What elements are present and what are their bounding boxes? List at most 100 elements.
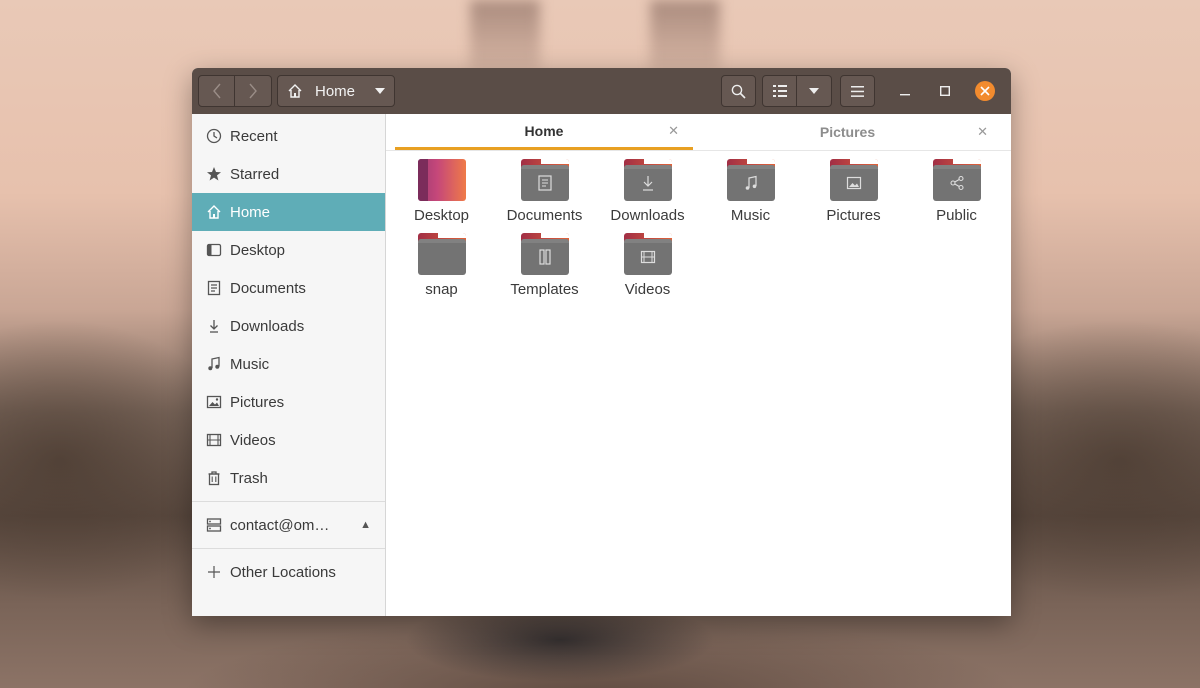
desktop-icon [205, 241, 223, 259]
pictures-folder-icon [829, 159, 878, 201]
sidebar-item-label: Downloads [230, 317, 305, 335]
video-icon [205, 431, 223, 449]
file-name: Documents [506, 207, 583, 224]
templates-folder-icon [520, 233, 569, 275]
sidebar-item-videos[interactable]: Videos [192, 421, 385, 459]
sidebar-item-label: Documents [230, 279, 306, 297]
trash-icon [205, 469, 223, 487]
sidebar-item-label: Other Locations [230, 563, 336, 581]
chevron-left-icon [212, 83, 221, 99]
videos-folder-icon [623, 233, 672, 275]
star-icon [205, 165, 223, 183]
file-item-public[interactable]: Public [905, 159, 1008, 233]
sidebar-item-starred[interactable]: Starred [192, 155, 385, 193]
sidebar-item-label: Home [230, 203, 271, 221]
close-icon[interactable]: ✕ [668, 123, 679, 139]
view-buttons [762, 75, 832, 107]
file-item-videos[interactable]: Videos [596, 233, 699, 307]
sidebar-item-label: Trash [230, 469, 268, 487]
sidebar-item-other-locations[interactable]: Other Locations [192, 553, 385, 591]
maximize-button[interactable] [925, 75, 965, 107]
sidebar: Recent Starred Home Desktop Documents Do… [192, 114, 386, 616]
plus-icon [205, 563, 223, 581]
network-drive-icon [205, 516, 223, 534]
downloads-folder-icon [623, 159, 672, 201]
close-icon[interactable]: ✕ [977, 124, 988, 140]
background-tower-right [650, 0, 720, 70]
window-body: Recent Starred Home Desktop Documents Do… [192, 114, 1011, 616]
file-item-desktop[interactable]: Desktop [390, 159, 493, 233]
file-item-pictures[interactable]: Pictures [802, 159, 905, 233]
sidebar-item-label: Starred [230, 165, 280, 183]
tab-label: Home [524, 122, 564, 139]
file-name: Downloads [610, 207, 685, 224]
file-item-documents[interactable]: Documents [493, 159, 596, 233]
minimize-icon [900, 94, 910, 96]
clock-icon [205, 127, 223, 145]
forward-button[interactable] [235, 75, 272, 107]
path-bar-home-button[interactable]: Home [277, 75, 395, 107]
sidebar-item-desktop[interactable]: Desktop [192, 231, 385, 269]
music-folder-icon [726, 159, 775, 201]
file-item-music[interactable]: Music [699, 159, 802, 233]
file-manager-window: Home Recent Starred Home Desktop Documen… [192, 68, 1011, 616]
navigation-buttons [198, 75, 272, 107]
main-content: Home ✕ Pictures ✕ Desktop Documents Down… [386, 114, 1011, 616]
search-icon [731, 84, 746, 99]
caret-down-icon [375, 88, 385, 94]
eject-icon[interactable]: ▲ [360, 519, 371, 531]
sidebar-item-label: Desktop [230, 241, 286, 259]
hamburger-menu-button[interactable] [840, 75, 875, 107]
sidebar-item-label: Music [230, 355, 270, 373]
tab-pictures[interactable]: Pictures ✕ [693, 114, 1002, 150]
home-icon [205, 203, 223, 221]
sidebar-item-downloads[interactable]: Downloads [192, 307, 385, 345]
path-bar-label: Home [315, 82, 356, 100]
headerbar: Home [192, 68, 1011, 114]
sidebar-divider [192, 548, 385, 549]
close-button[interactable] [965, 75, 1005, 107]
close-icon [975, 81, 995, 101]
documents-folder-icon [520, 159, 569, 201]
file-name: Videos [624, 281, 671, 298]
file-name: Public [936, 207, 977, 224]
sidebar-item-recent[interactable]: Recent [192, 117, 385, 155]
sidebar-item-music[interactable]: Music [192, 345, 385, 383]
tab-label: Pictures [819, 124, 876, 140]
file-name: Pictures [826, 207, 881, 224]
sidebar-item-network-mount[interactable]: contact@om… ▲ [192, 506, 385, 544]
hamburger-icon [851, 85, 864, 97]
download-icon [205, 317, 223, 335]
maximize-icon [940, 86, 950, 96]
folder-icon [417, 233, 466, 275]
sidebar-item-label: contact@om… [230, 516, 330, 534]
sidebar-item-label: Recent [230, 127, 278, 145]
file-name: Templates [510, 281, 579, 298]
list-view-button[interactable] [762, 75, 797, 107]
file-grid: Desktop Documents Downloads Music Pictur… [386, 151, 1011, 307]
view-options-button[interactable] [797, 75, 832, 107]
public-folder-icon [932, 159, 981, 201]
sidebar-item-label: Pictures [230, 393, 285, 411]
music-icon [205, 355, 223, 373]
file-name: Desktop [413, 207, 470, 224]
sidebar-item-pictures[interactable]: Pictures [192, 383, 385, 421]
file-item-templates[interactable]: Templates [493, 233, 596, 307]
file-item-snap[interactable]: snap [390, 233, 493, 307]
sidebar-item-home[interactable]: Home [192, 193, 385, 231]
list-view-icon [772, 85, 787, 97]
tab-bar: Home ✕ Pictures ✕ [386, 114, 1011, 151]
caret-down-icon [809, 88, 819, 94]
sidebar-item-trash[interactable]: Trash [192, 459, 385, 497]
sidebar-item-label: Videos [230, 431, 276, 449]
desktop-folder-icon [417, 159, 466, 201]
file-name: Music [730, 207, 771, 224]
picture-icon [205, 393, 223, 411]
back-button[interactable] [198, 75, 235, 107]
file-item-downloads[interactable]: Downloads [596, 159, 699, 233]
document-icon [205, 279, 223, 297]
tab-home[interactable]: Home ✕ [395, 114, 693, 150]
sidebar-item-documents[interactable]: Documents [192, 269, 385, 307]
minimize-button[interactable] [885, 75, 925, 107]
search-button[interactable] [721, 75, 756, 107]
